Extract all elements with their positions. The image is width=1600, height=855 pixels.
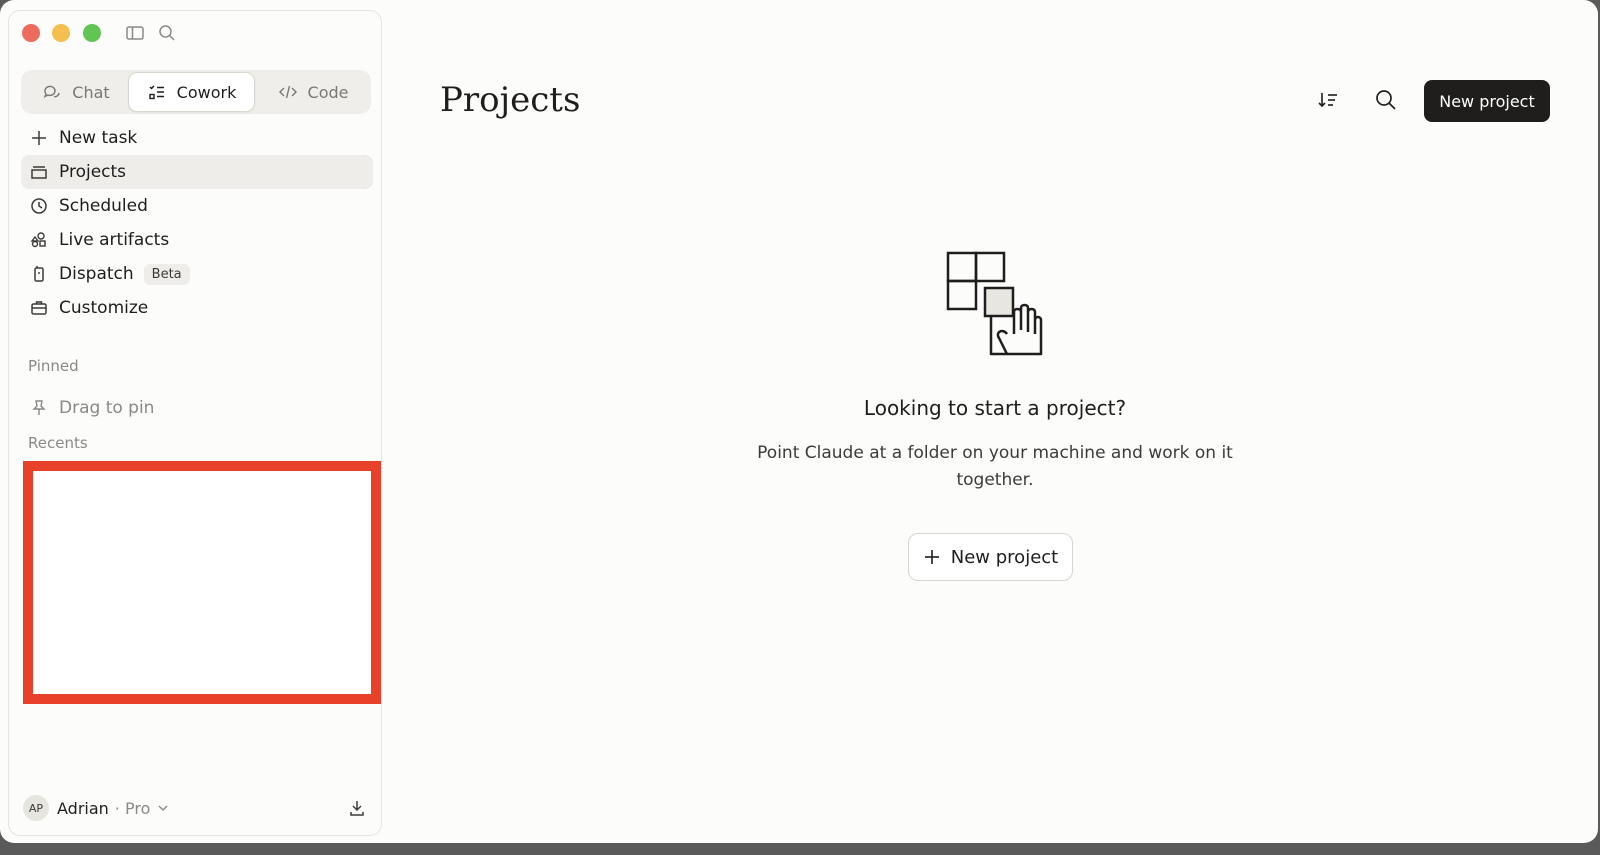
sidebar: Chat Cowork Code New task Projects Sched… [8, 10, 382, 836]
pin-hint-label: Drag to pin [59, 398, 155, 418]
tab-cowork[interactable]: Cowork [128, 72, 255, 112]
download-icon[interactable] [347, 798, 367, 818]
user-name: Adrian [57, 798, 109, 818]
sidebar-item-label: Scheduled [59, 196, 148, 216]
new-project-outline-label: New project [950, 546, 1059, 568]
project-illustration-icon [946, 251, 1043, 356]
maximize-window-button[interactable] [83, 24, 101, 42]
pinned-label: Pinned [28, 357, 79, 375]
projects-icon [31, 166, 47, 179]
sort-icon[interactable] [1316, 88, 1340, 112]
recents-redaction-box [23, 461, 381, 704]
recents-label: Recents [28, 434, 88, 452]
drag-to-pin-hint: Drag to pin [21, 391, 371, 425]
briefcase-icon [31, 301, 47, 315]
shapes-icon [30, 232, 46, 248]
app-window: Chat Cowork Code New task Projects Sched… [0, 0, 1598, 843]
chat-icon [43, 85, 60, 98]
page-title: Projects [440, 80, 581, 120]
sidebar-nav: New task Projects Scheduled Live artifac… [21, 121, 373, 325]
empty-state-heading: Looking to start a project? [863, 396, 1127, 420]
clock-icon [31, 198, 47, 214]
code-icon [278, 85, 297, 99]
user-plan: · Pro [114, 798, 151, 818]
sidebar-item-new-task[interactable]: New task [21, 121, 373, 155]
search-icon[interactable] [1374, 88, 1398, 112]
user-menu[interactable]: AP Adrian · Pro [21, 791, 371, 825]
tab-chat-label: Chat [72, 82, 110, 102]
avatar: AP [23, 795, 49, 821]
sidebar-item-label: Dispatch [59, 264, 134, 284]
search-icon[interactable] [157, 23, 177, 43]
tab-chat[interactable]: Chat [25, 72, 127, 112]
mode-tabs: Chat Cowork Code [21, 70, 371, 114]
sidebar-item-label: New task [59, 128, 138, 148]
sidebar-item-label: Projects [59, 162, 127, 182]
sidebar-toggle-icon[interactable] [125, 23, 145, 43]
chevron-down-icon [158, 805, 168, 811]
sidebar-item-label: Customize [59, 298, 149, 318]
pin-icon [32, 400, 46, 415]
sidebar-item-live-artifacts[interactable]: Live artifacts [21, 223, 373, 257]
tab-cowork-label: Cowork [176, 82, 237, 102]
tab-code-label: Code [307, 82, 349, 102]
tab-code[interactable]: Code [257, 72, 369, 112]
sidebar-item-dispatch[interactable]: Dispatch Beta [21, 257, 373, 291]
cowork-icon [148, 85, 164, 100]
minimize-window-button[interactable] [52, 24, 70, 42]
sidebar-item-scheduled[interactable]: Scheduled [21, 189, 373, 223]
new-project-outline-button[interactable]: New project [908, 533, 1073, 581]
empty-state-body: Point Claude at a folder on your machine… [757, 443, 1233, 490]
beta-badge: Beta [143, 263, 190, 285]
sidebar-item-label: Live artifacts [59, 230, 170, 250]
phone-icon [34, 266, 44, 282]
plus-icon [32, 131, 46, 145]
sidebar-item-projects[interactable]: Projects [21, 155, 373, 189]
new-project-button[interactable]: New project [1424, 80, 1550, 122]
plus-icon [924, 550, 939, 564]
close-window-button[interactable] [22, 24, 40, 42]
sidebar-item-customize[interactable]: Customize [21, 291, 373, 325]
